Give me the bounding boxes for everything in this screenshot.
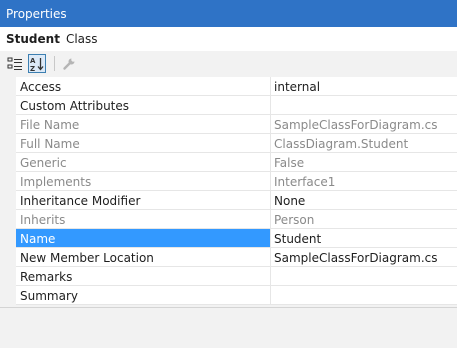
property-name[interactable]: New Member Location <box>16 248 270 267</box>
property-value[interactable]: SampleClassForDiagram.cs <box>270 248 457 267</box>
property-pages-button[interactable] <box>60 54 78 73</box>
property-row-file-name[interactable]: File Name SampleClassForDiagram.cs <box>0 115 457 134</box>
property-row-inheritance-modifier[interactable]: Inheritance Modifier None <box>0 191 457 210</box>
property-value[interactable] <box>270 96 457 115</box>
property-value[interactable]: None <box>270 191 457 210</box>
property-value[interactable] <box>270 267 457 286</box>
description-pane <box>0 307 457 348</box>
property-name[interactable]: Summary <box>16 286 270 305</box>
property-value: Person <box>270 210 457 229</box>
property-row-new-member-location[interactable]: New Member Location SampleClassForDiagra… <box>0 248 457 267</box>
property-row-access[interactable]: Access internal <box>0 77 457 96</box>
object-kind: Class <box>65 32 98 46</box>
property-name[interactable]: Inherits <box>16 210 270 229</box>
object-selector[interactable]: Student Class <box>0 27 457 51</box>
property-name[interactable]: Implements <box>16 172 270 191</box>
property-name[interactable]: Name <box>16 229 270 248</box>
property-row-remarks[interactable]: Remarks <box>0 267 457 286</box>
property-row-implements[interactable]: Implements Interface1 <box>0 172 457 191</box>
property-row-inherits[interactable]: Inherits Person <box>0 210 457 229</box>
toolbar-separator <box>54 56 55 71</box>
property-value[interactable] <box>270 286 457 305</box>
svg-text:A: A <box>30 57 36 65</box>
property-row-name[interactable]: Name Student <box>0 229 457 248</box>
property-name[interactable]: Remarks <box>16 267 270 286</box>
window-title: Properties <box>6 7 67 21</box>
property-name[interactable]: Custom Attributes <box>16 96 270 115</box>
property-value: Interface1 <box>270 172 457 191</box>
property-value[interactable]: internal <box>270 77 457 96</box>
property-name[interactable]: Generic <box>16 153 270 172</box>
property-name[interactable]: Access <box>16 77 270 96</box>
property-value: SampleClassForDiagram.cs <box>270 115 457 134</box>
properties-toolbar: A Z <box>0 51 457 77</box>
property-name[interactable]: Inheritance Modifier <box>16 191 270 210</box>
property-row-custom-attributes[interactable]: Custom Attributes <box>0 96 457 115</box>
wrench-icon <box>63 58 75 70</box>
property-value: ClassDiagram.Student <box>270 134 457 153</box>
categorized-icon <box>7 57 22 70</box>
property-name[interactable]: File Name <box>16 115 270 134</box>
property-value[interactable]: Student <box>270 229 457 248</box>
property-name[interactable]: Full Name <box>16 134 270 153</box>
object-name: Student <box>6 32 60 46</box>
alphabetical-icon: A Z <box>30 57 44 72</box>
property-row-full-name[interactable]: Full Name ClassDiagram.Student <box>0 134 457 153</box>
categorized-button[interactable] <box>6 54 24 73</box>
svg-text:Z: Z <box>30 65 35 72</box>
property-value: False <box>270 153 457 172</box>
property-row-summary[interactable]: Summary <box>0 286 457 305</box>
property-grid: Access internal Custom Attributes File N… <box>0 77 457 307</box>
property-row-generic[interactable]: Generic False <box>0 153 457 172</box>
alphabetical-button[interactable]: A Z <box>28 54 46 73</box>
properties-title-bar: Properties <box>0 0 457 27</box>
